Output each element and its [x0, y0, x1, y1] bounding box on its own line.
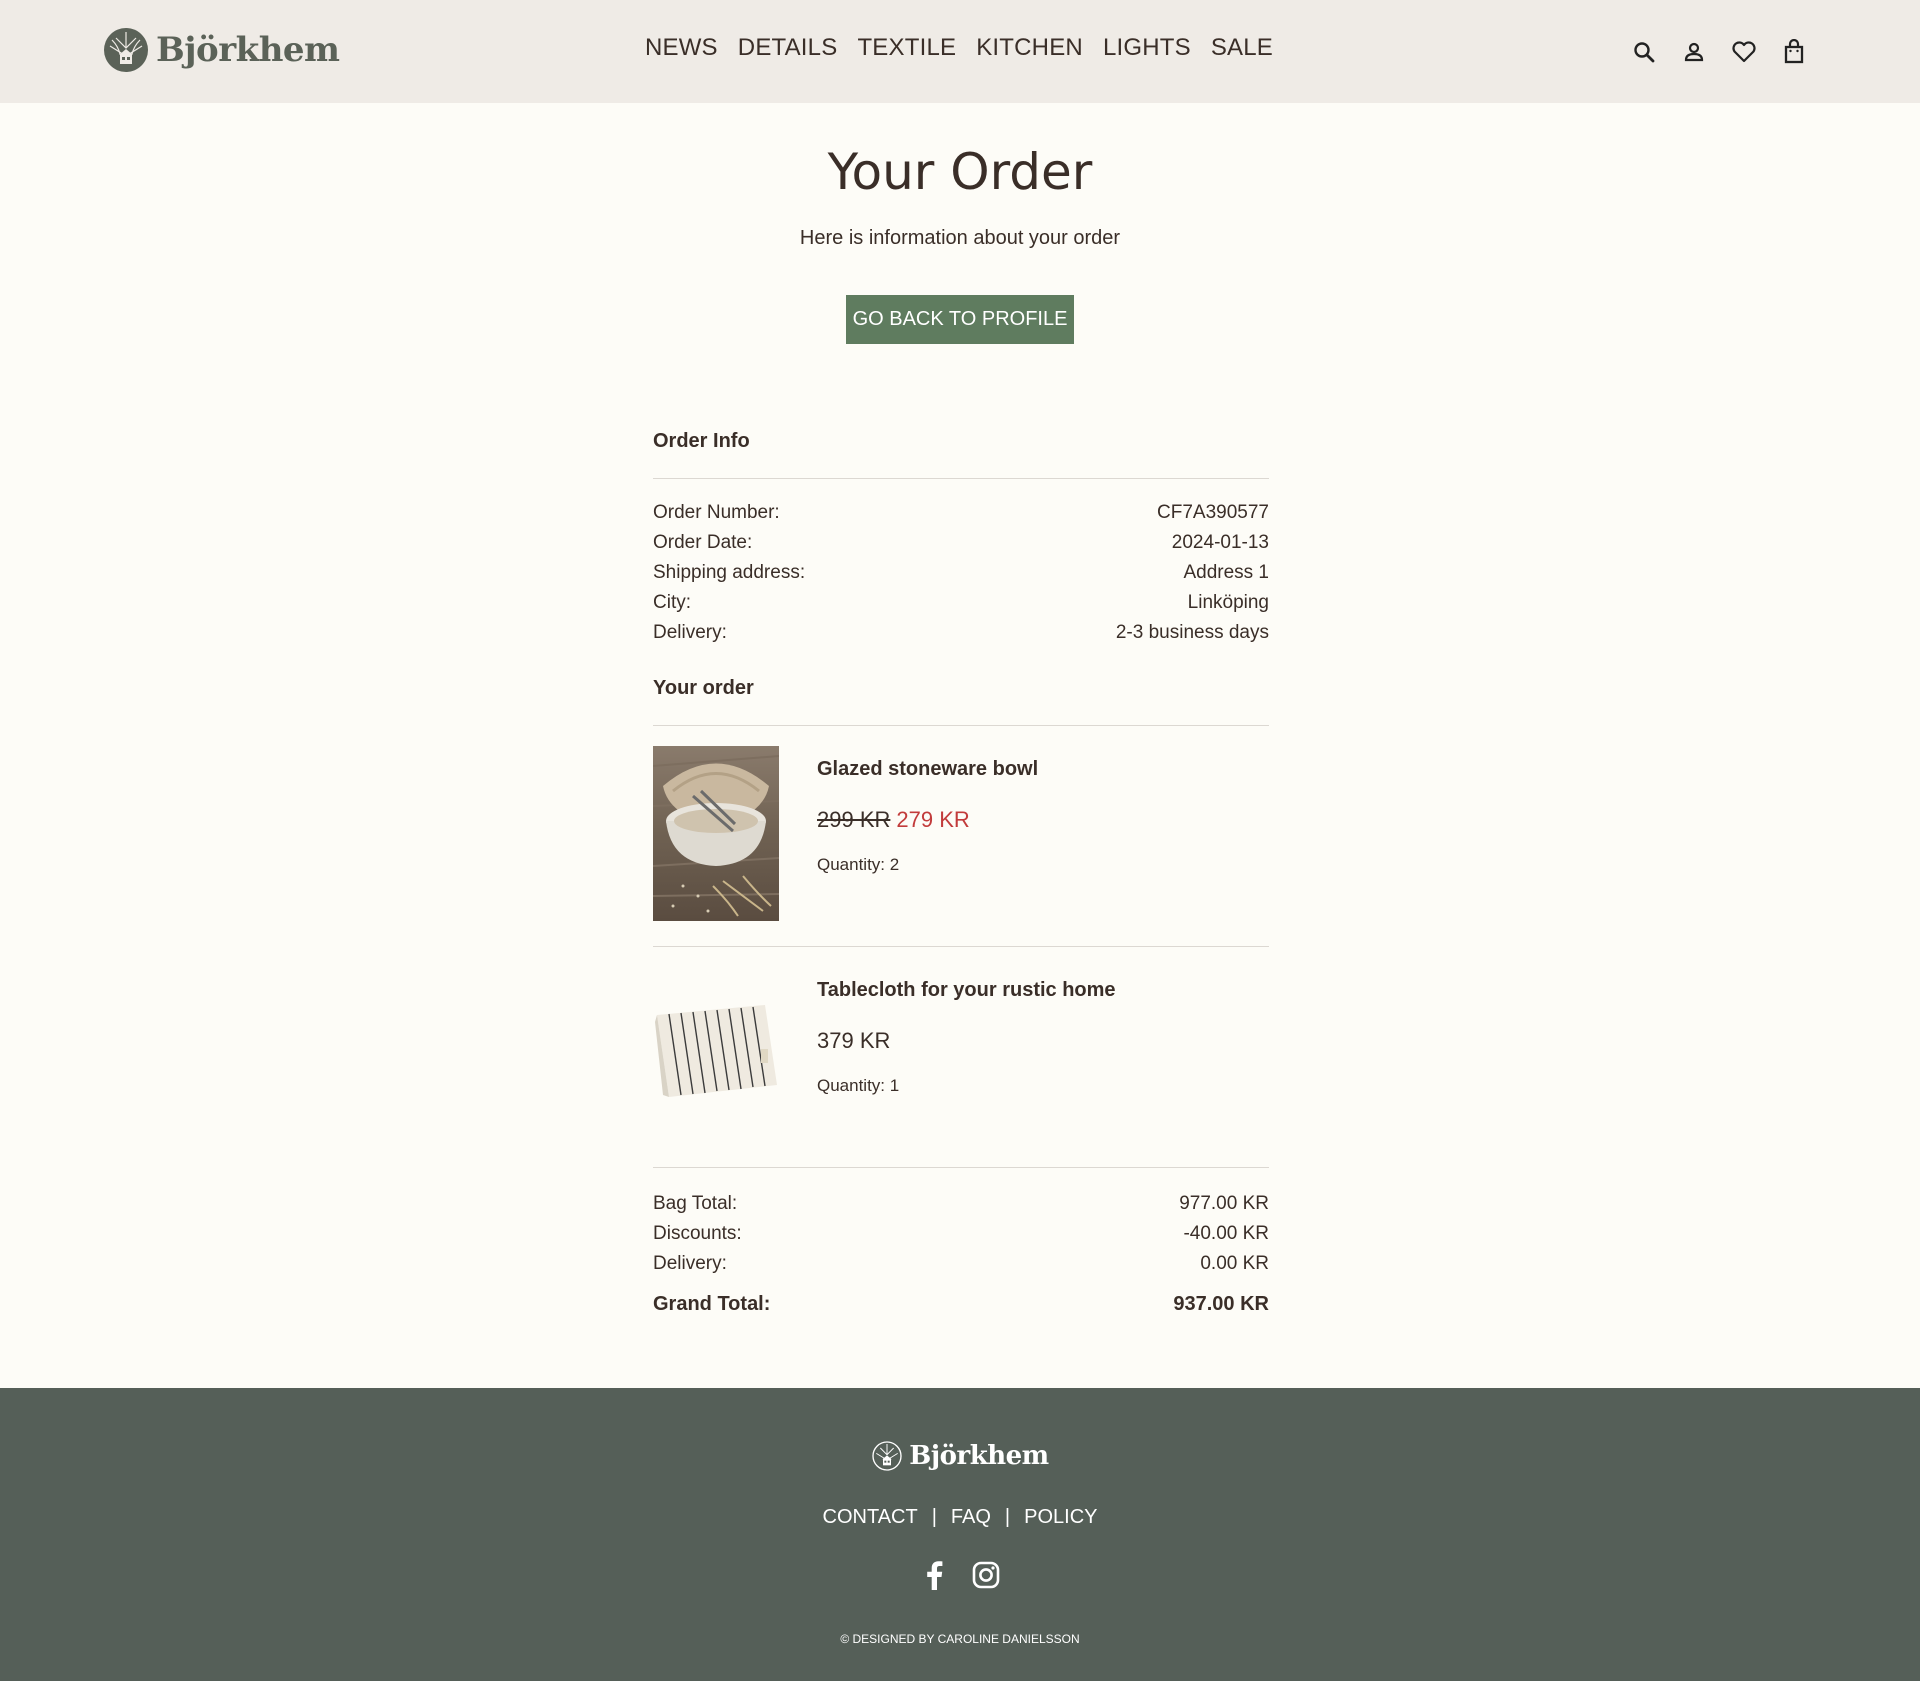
- tablecloth-image: [653, 967, 779, 1142]
- info-label: Shipping address:: [653, 562, 806, 583]
- total-label: Delivery:: [653, 1253, 727, 1274]
- logo-emblem-icon: [872, 1441, 902, 1471]
- order-content: Order Info Order Number: CF7A390577 Orde…: [653, 423, 1269, 1319]
- grand-total-row: Grand Total: 937.00 KR: [653, 1289, 1269, 1319]
- footer-link-policy[interactable]: POLICY: [1024, 1506, 1097, 1529]
- facebook-icon[interactable]: [919, 1560, 949, 1590]
- site-header: Björkhem NEWS DETAILS TEXTILE KITCHEN LI…: [0, 0, 1920, 103]
- nav-item-details[interactable]: DETAILS: [738, 34, 838, 62]
- order-info-list: Order Number: CF7A390577 Order Date: 202…: [653, 498, 1269, 648]
- site-footer: Björkhem CONTACT | FAQ | POLICY © DESIGN…: [0, 1388, 1920, 1681]
- footer-link-contact[interactable]: CONTACT: [823, 1506, 918, 1529]
- info-label: Delivery:: [653, 622, 727, 643]
- grand-total-label: Grand Total:: [653, 1293, 771, 1315]
- item-quantity: Quantity: 1: [817, 1076, 900, 1095]
- total-value: 977.00 KR: [1179, 1193, 1269, 1214]
- order-item: Tablecloth for your rustic home 379 KR Q…: [653, 947, 1269, 1173]
- info-value: CF7A390577: [1157, 502, 1269, 523]
- total-value: -40.00 KR: [1183, 1223, 1269, 1244]
- instagram-icon[interactable]: [971, 1560, 1001, 1590]
- footer-brand-name: Björkhem: [909, 1441, 1049, 1471]
- order-info-heading: Order Info: [653, 430, 750, 452]
- info-value: 2024-01-13: [1171, 532, 1269, 553]
- footer-social: [0, 1560, 1920, 1590]
- item-details: Tablecloth for your rustic home 379 KR Q…: [817, 967, 1116, 1173]
- heart-icon[interactable]: [1730, 38, 1758, 66]
- order-date-row: Order Date: 2024-01-13: [653, 528, 1269, 558]
- footer-copyright: © DESIGNED BY CAROLINE DANIELSSON: [840, 1632, 1080, 1646]
- item-price: 379 KR: [817, 1028, 891, 1053]
- your-order-heading: Your order: [653, 677, 754, 699]
- nav-item-lights[interactable]: LIGHTS: [1103, 34, 1191, 62]
- total-label: Bag Total:: [653, 1193, 738, 1214]
- total-label: Discounts:: [653, 1223, 742, 1244]
- footer-links: CONTACT | FAQ | POLICY: [0, 1506, 1920, 1529]
- footer-separator: |: [931, 1506, 937, 1528]
- search-icon[interactable]: [1630, 38, 1658, 66]
- shipping-address-row: Shipping address: Address 1: [653, 558, 1269, 588]
- nav-item-sale[interactable]: SALE: [1211, 34, 1273, 62]
- total-value: 0.00 KR: [1200, 1253, 1269, 1274]
- item-name[interactable]: Tablecloth for your rustic home: [817, 979, 1116, 1002]
- header-actions: [1630, 38, 1808, 66]
- info-label: City:: [653, 592, 691, 613]
- item-details: Glazed stoneware bowl 299 KR 279 KR Quant…: [817, 746, 1038, 952]
- item-name[interactable]: Glazed stoneware bowl: [817, 758, 1038, 781]
- nav-item-kitchen[interactable]: KITCHEN: [976, 34, 1083, 62]
- divider: [653, 478, 1269, 479]
- user-icon[interactable]: [1680, 38, 1708, 66]
- item-old-price: 299 KR: [817, 807, 891, 832]
- item-sale-price: 279 KR: [896, 807, 970, 832]
- order-totals: Bag Total: 977.00 KR Discounts: -40.00 K…: [653, 1189, 1269, 1319]
- item-quantity: Quantity: 2: [817, 855, 900, 874]
- discounts-row: Discounts: -40.00 KR: [653, 1219, 1269, 1249]
- page-title: Your Order: [827, 143, 1093, 201]
- order-number-row: Order Number: CF7A390577: [653, 498, 1269, 528]
- go-back-to-profile-button[interactable]: GO BACK TO PROFILE: [846, 295, 1074, 344]
- nav-item-news[interactable]: NEWS: [645, 34, 718, 62]
- info-value: Linköping: [1187, 592, 1269, 613]
- shopping-bag-icon[interactable]: [1780, 38, 1808, 66]
- info-value: 2-3 business days: [1115, 622, 1269, 643]
- info-label: Order Number:: [653, 502, 780, 523]
- delivery-row: Delivery: 2-3 business days: [653, 618, 1269, 648]
- footer-link-faq[interactable]: FAQ: [951, 1506, 991, 1529]
- info-label: Order Date:: [653, 532, 753, 553]
- info-value: Address 1: [1183, 562, 1269, 583]
- item-price: 299 KR 279 KR: [817, 807, 1038, 833]
- footer-separator: |: [1004, 1506, 1011, 1528]
- delivery-cost-row: Delivery: 0.00 KR: [653, 1249, 1269, 1279]
- footer-logo[interactable]: Björkhem: [0, 1440, 1920, 1472]
- city-row: City: Linköping: [653, 588, 1269, 618]
- bag-total-row: Bag Total: 977.00 KR: [653, 1189, 1269, 1219]
- nav-item-textile[interactable]: TEXTILE: [857, 34, 956, 62]
- grand-total-value: 937.00 KR: [1173, 1293, 1269, 1315]
- order-item: Glazed stoneware bowl 299 KR 279 KR Quant…: [653, 726, 1269, 952]
- bowl-image: [653, 746, 779, 921]
- page-subtitle: Here is information about your order: [799, 227, 1121, 249]
